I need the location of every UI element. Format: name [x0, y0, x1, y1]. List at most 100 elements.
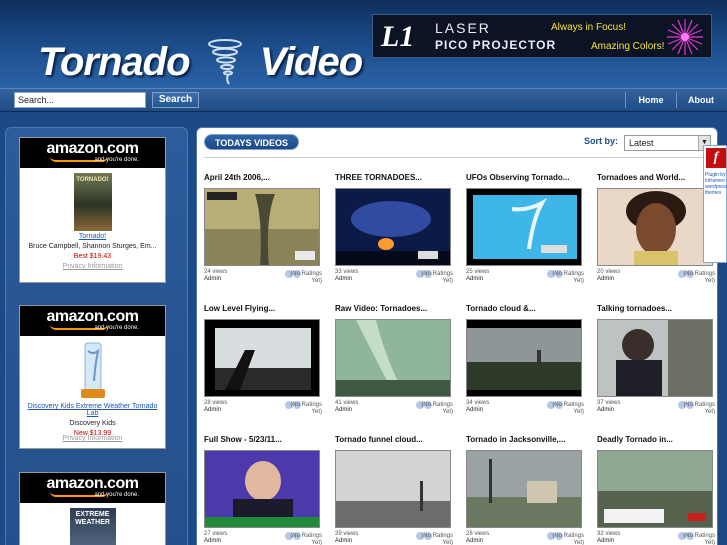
- sort-value: Latest: [629, 138, 654, 148]
- video-author: Admin: [466, 407, 484, 413]
- amazon-ad-3[interactable]: amazon.com and you're done. EXTREME WEAT…: [19, 472, 166, 545]
- view-count: 28 views: [466, 531, 490, 537]
- video-title[interactable]: Tornadoes and World...: [597, 173, 715, 185]
- view-count: 33 views: [335, 269, 359, 275]
- video-card[interactable]: Full Show - 5/23/11... 27 views Admin (N…: [204, 435, 322, 545]
- banner-line-1: LASER: [435, 20, 491, 36]
- view-count: 20 views: [597, 269, 621, 275]
- rating-text: (No Ratings Yet): [552, 533, 584, 545]
- video-thumbnail[interactable]: [597, 188, 713, 266]
- section-title: TODAYS VIDEOS: [204, 134, 299, 150]
- rating-text: (No Ratings Yet): [290, 271, 322, 284]
- rating-text: (No Ratings Yet): [552, 402, 584, 415]
- video-title[interactable]: Tornado funnel cloud...: [335, 435, 453, 447]
- video-card[interactable]: Tornado in Jacksonville,... 28 views Adm…: [466, 435, 584, 545]
- video-card[interactable]: UFOs Observing Tornado... 25 views Admin…: [466, 173, 584, 291]
- sort-dropdown[interactable]: Latest ▼: [624, 135, 711, 151]
- product-subtitle: Discovery Kids: [69, 420, 116, 427]
- video-card[interactable]: Low Level Flying... 28 views Admin (No R…: [204, 304, 322, 422]
- video-thumbnail[interactable]: [204, 319, 320, 397]
- video-card[interactable]: Raw Video: Tornadoes... 41 views Admin (…: [335, 304, 453, 422]
- video-title[interactable]: Low Level Flying...: [204, 304, 322, 316]
- product-link[interactable]: Discovery Kids Extreme Weather Tornado L…: [20, 403, 165, 417]
- divider: [204, 157, 712, 158]
- video-card[interactable]: THREE TORNADOES... 33 views Admin (No Ra…: [335, 173, 453, 291]
- amazon-ad-1[interactable]: amazon.com and you're done. TORNADO! Tor…: [19, 137, 166, 283]
- cover-title: EXTREME WEATHER: [75, 511, 110, 526]
- view-count: 34 views: [466, 400, 490, 406]
- book-cover-image[interactable]: EXTREME WEATHER: [69, 508, 116, 545]
- amazon-header: amazon.com and you're done.: [20, 473, 165, 503]
- video-card[interactable]: Deadly Tornado in... 32 views Admin (No …: [597, 435, 715, 545]
- video-thumbnail[interactable]: [335, 319, 451, 397]
- video-title[interactable]: Deadly Tornado in...: [597, 435, 715, 447]
- toy-product-image[interactable]: [70, 341, 116, 401]
- amazon-tagline: and you're done.: [94, 157, 139, 163]
- flash-plugin-widget[interactable]: f Plugin by Inframeo wordpress themes: [703, 145, 727, 263]
- video-card[interactable]: Tornado funnel cloud... 39 views Admin (…: [335, 435, 453, 545]
- dvd-cover-image[interactable]: TORNADO!: [73, 173, 112, 231]
- view-count: 32 views: [597, 531, 621, 537]
- video-author: Admin: [597, 538, 615, 544]
- rating-text: (No Ratings Yet): [421, 402, 453, 415]
- video-thumbnail[interactable]: [204, 450, 320, 528]
- price-label: Best: [73, 253, 88, 260]
- video-card[interactable]: Talking tornadoes... 37 views Admin (No …: [597, 304, 715, 422]
- nav-separator: [676, 92, 677, 108]
- cover-title: TORNADO!: [76, 177, 109, 183]
- video-thumbnail[interactable]: [597, 319, 713, 397]
- video-title[interactable]: UFOs Observing Tornado...: [466, 173, 584, 185]
- view-count: 37 views: [597, 400, 621, 406]
- video-author: Admin: [466, 276, 484, 282]
- video-card[interactable]: Tornadoes and World... 20 views Admin (N…: [597, 173, 715, 291]
- nav-home-link[interactable]: Home: [630, 89, 672, 111]
- plugin-text: Plugin by Inframeo wordpress themes: [705, 172, 727, 196]
- video-card[interactable]: Tornado cloud &... 34 views Admin (No Ra…: [466, 304, 584, 422]
- video-title[interactable]: Full Show - 5/23/11...: [204, 435, 322, 447]
- sort-label: Sort by:: [584, 136, 619, 146]
- banner-mark: L1: [381, 20, 415, 53]
- video-title[interactable]: April 24th 2006,...: [204, 173, 322, 185]
- rating-text: (No Ratings Yet): [683, 402, 715, 415]
- video-title[interactable]: THREE TORNADOES...: [335, 173, 453, 185]
- view-count: 25 views: [466, 269, 490, 275]
- rating-text: (No Ratings Yet): [421, 533, 453, 545]
- rating-text: (No Ratings Yet): [683, 271, 715, 284]
- light-burst-icon: [667, 19, 703, 55]
- price-value: $19.43: [89, 253, 112, 260]
- video-title[interactable]: Tornado in Jacksonville,...: [466, 435, 584, 447]
- video-author: Admin: [335, 538, 353, 544]
- site-logo[interactable]: Tornado Video: [38, 38, 363, 86]
- video-card[interactable]: April 24th 2006,... 24 views Admin (No R…: [204, 173, 322, 291]
- product-link[interactable]: Tornado!: [20, 233, 165, 240]
- video-title[interactable]: Raw Video: Tornadoes...: [335, 304, 453, 316]
- video-title[interactable]: Talking tornadoes...: [597, 304, 715, 316]
- search-input[interactable]: [14, 92, 146, 108]
- video-author: Admin: [204, 276, 222, 282]
- search-button[interactable]: Search: [152, 92, 199, 108]
- privacy-link[interactable]: Privacy Information: [20, 263, 165, 270]
- banner-tag-2: Amazing Colors!: [591, 41, 665, 52]
- video-thumbnail[interactable]: [204, 188, 320, 266]
- amazon-ad-2[interactable]: amazon.com and you're done. Discovery Ki…: [19, 305, 166, 449]
- view-count: 41 views: [335, 400, 359, 406]
- video-thumbnail[interactable]: [335, 450, 451, 528]
- nav-separator: [625, 92, 626, 108]
- video-thumbnail[interactable]: [466, 319, 582, 397]
- nav-bar: Search Home About: [0, 88, 727, 112]
- video-thumbnail[interactable]: [466, 450, 582, 528]
- video-title[interactable]: Tornado cloud &...: [466, 304, 584, 316]
- video-author: Admin: [597, 276, 615, 282]
- video-thumbnail[interactable]: [597, 450, 713, 528]
- privacy-link[interactable]: Privacy Information: [20, 435, 165, 442]
- video-thumbnail[interactable]: [466, 188, 582, 266]
- main-panel: TODAYS VIDEOS Sort by: Latest ▼ April 24…: [196, 127, 718, 545]
- nav-about-link[interactable]: About: [682, 89, 720, 111]
- banner-line-2: PICO PROJECTOR: [435, 38, 557, 52]
- video-author: Admin: [204, 407, 222, 413]
- rating-text: (No Ratings Yet): [683, 533, 715, 545]
- amazon-tagline: and you're done.: [94, 492, 139, 498]
- view-count: 39 views: [335, 531, 359, 537]
- header-ad-banner[interactable]: L1 LASER PICO PROJECTOR Always in Focus!…: [372, 14, 712, 58]
- video-thumbnail[interactable]: [335, 188, 451, 266]
